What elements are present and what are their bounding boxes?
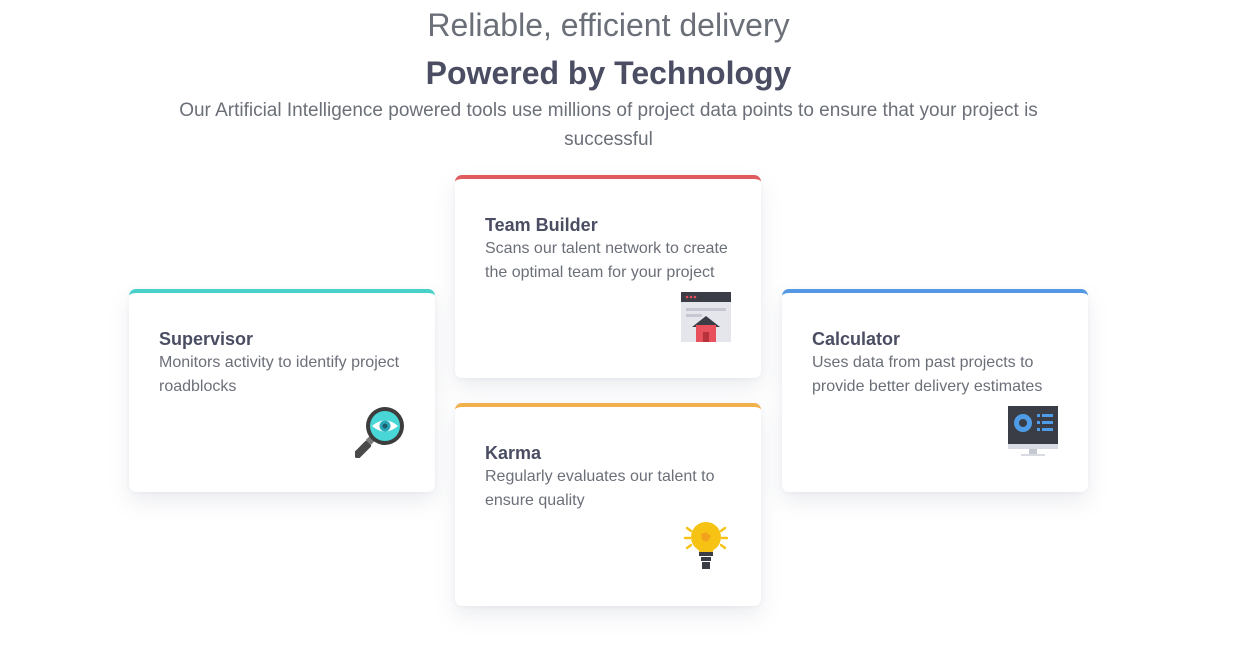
- card-title: Team Builder: [485, 215, 598, 235]
- card-description: Uses data from past projects to provide …: [812, 354, 1043, 395]
- section-title: Powered by Technology: [425, 55, 792, 91]
- section-eyebrow: Reliable, efficient delivery: [427, 7, 790, 43]
- section-subtitle: Our Artificial Intelligence powered tool…: [179, 100, 1038, 150]
- feature-card-team-builder: Team Builder Scans our talent network to…: [455, 175, 761, 378]
- card-title: Karma: [485, 443, 542, 463]
- card-description: Scans our talent network to create the o…: [485, 240, 728, 281]
- monitor-dashboard-icon: [1008, 406, 1058, 456]
- card-title: Calculator: [812, 329, 901, 349]
- card-description: Regularly evaluates our talent to ensure…: [485, 468, 715, 509]
- feature-card-calculator: Calculator Uses data from past projects …: [782, 289, 1088, 492]
- feature-card-supervisor: Supervisor Monitors activity to identify…: [129, 289, 435, 492]
- feature-card-karma: Karma Regularly evaluates our talent to …: [455, 403, 761, 606]
- magnifier-eye-icon: [355, 407, 404, 458]
- browser-house-icon: [681, 292, 731, 342]
- lightbulb-icon: [683, 522, 729, 569]
- card-title: Supervisor: [159, 329, 254, 349]
- card-description: Monitors activity to identify project ro…: [159, 354, 400, 395]
